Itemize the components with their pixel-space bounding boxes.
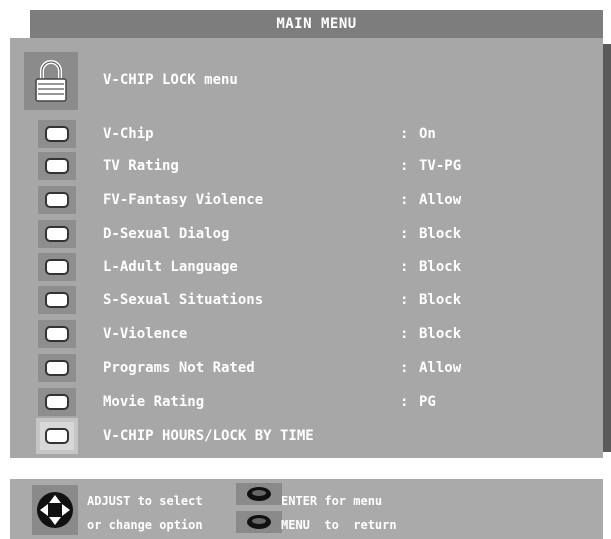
lock-icon-tile bbox=[24, 52, 78, 110]
help-enter-text: ENTER for menu bbox=[281, 494, 383, 508]
main-menu-title-text: MAIN MENU bbox=[276, 16, 357, 32]
menu-item-value[interactable]: Block bbox=[419, 292, 461, 308]
menu-item-value[interactable]: On bbox=[419, 126, 436, 142]
menu-item-movie-rating[interactable]: Movie Rating : PG bbox=[10, 386, 603, 416]
menu-item-separator: : bbox=[400, 259, 409, 275]
menu-item-label: D-Sexual Dialog bbox=[103, 226, 230, 242]
menu-item-programs-not-rated[interactable]: Programs Not Rated : Allow bbox=[10, 352, 603, 382]
menu-item-value[interactable]: PG bbox=[419, 394, 436, 410]
menu-item-value[interactable]: Block bbox=[419, 259, 461, 275]
menu-item-label: L-Adult Language bbox=[103, 259, 238, 275]
menu-item-separator: : bbox=[400, 126, 409, 142]
help-menu-text: MENU to return bbox=[281, 518, 397, 532]
menu-item-s-sexual-situations[interactable]: S-Sexual Situations : Block bbox=[10, 284, 603, 314]
menu-item-tile-icon bbox=[38, 388, 76, 416]
enter-button-icon bbox=[236, 483, 282, 505]
menu-item-l-adult-language[interactable]: L-Adult Language : Block bbox=[10, 251, 603, 281]
menu-item-vchip-hours-lock-by-time[interactable]: V-CHIP HOURS/LOCK BY TIME bbox=[10, 418, 603, 454]
menu-item-value[interactable]: TV-PG bbox=[419, 158, 461, 174]
menu-item-separator: : bbox=[400, 326, 409, 342]
menu-item-value[interactable]: Allow bbox=[419, 360, 461, 376]
section-title: V-CHIP LOCK menu bbox=[103, 72, 238, 88]
menu-item-label: V-Violence bbox=[103, 326, 188, 342]
help-change-text: or change option bbox=[87, 518, 203, 532]
menu-item-label: Programs Not Rated bbox=[103, 360, 255, 376]
menu-item-v-violence[interactable]: V-Violence : Block bbox=[10, 318, 603, 348]
menu-item-separator: : bbox=[400, 360, 409, 376]
main-menu-title: MAIN MENU bbox=[30, 10, 603, 38]
menu-item-separator: : bbox=[400, 394, 409, 410]
menu-item-value[interactable]: Block bbox=[419, 326, 461, 342]
menu-item-label: V-CHIP HOURS/LOCK BY TIME bbox=[103, 428, 314, 444]
menu-item-label: S-Sexual Situations bbox=[103, 292, 264, 308]
lock-icon bbox=[35, 60, 67, 102]
menu-item-value[interactable]: Allow bbox=[419, 192, 461, 208]
menu-item-label: Movie Rating bbox=[103, 394, 205, 410]
menu-item-tv-rating[interactable]: TV Rating : TV-PG bbox=[10, 150, 603, 180]
menu-item-label: TV Rating bbox=[103, 158, 179, 174]
menu-panel-shadow bbox=[603, 44, 611, 452]
menu-item-label: FV-Fantasy Violence bbox=[103, 192, 264, 208]
menu-item-separator: : bbox=[400, 292, 409, 308]
menu-item-d-sexual-dialog[interactable]: D-Sexual Dialog : Block bbox=[10, 218, 603, 248]
dpad-icon bbox=[32, 485, 78, 535]
menu-item-vchip[interactable]: V-Chip : On bbox=[10, 118, 603, 148]
menu-item-separator: : bbox=[400, 158, 409, 174]
help-bar: ADJUST to select or change option ENTER … bbox=[10, 479, 603, 539]
menu-item-tile-icon-selected bbox=[36, 418, 78, 454]
menu-item-separator: : bbox=[400, 192, 409, 208]
menu-item-tile-icon bbox=[38, 152, 76, 180]
menu-item-label: V-Chip bbox=[103, 126, 154, 142]
menu-item-fv-fantasy-violence[interactable]: FV-Fantasy Violence : Allow bbox=[10, 184, 603, 214]
menu-item-separator: : bbox=[400, 226, 409, 242]
menu-item-tile-icon bbox=[38, 186, 76, 214]
menu-item-tile-icon bbox=[38, 253, 76, 281]
menu-item-value[interactable]: Block bbox=[419, 226, 461, 242]
vchip-lock-menu: V-CHIP LOCK menu V-Chip : On TV Rating :… bbox=[10, 38, 603, 458]
menu-item-tile-icon bbox=[38, 120, 76, 148]
menu-item-tile-icon bbox=[38, 286, 76, 314]
menu-item-tile-icon bbox=[38, 320, 76, 348]
menu-button-icon bbox=[236, 511, 282, 533]
menu-item-tile-icon bbox=[38, 220, 76, 248]
help-adjust-text: ADJUST to select bbox=[87, 494, 203, 508]
menu-item-tile-icon bbox=[38, 354, 76, 382]
